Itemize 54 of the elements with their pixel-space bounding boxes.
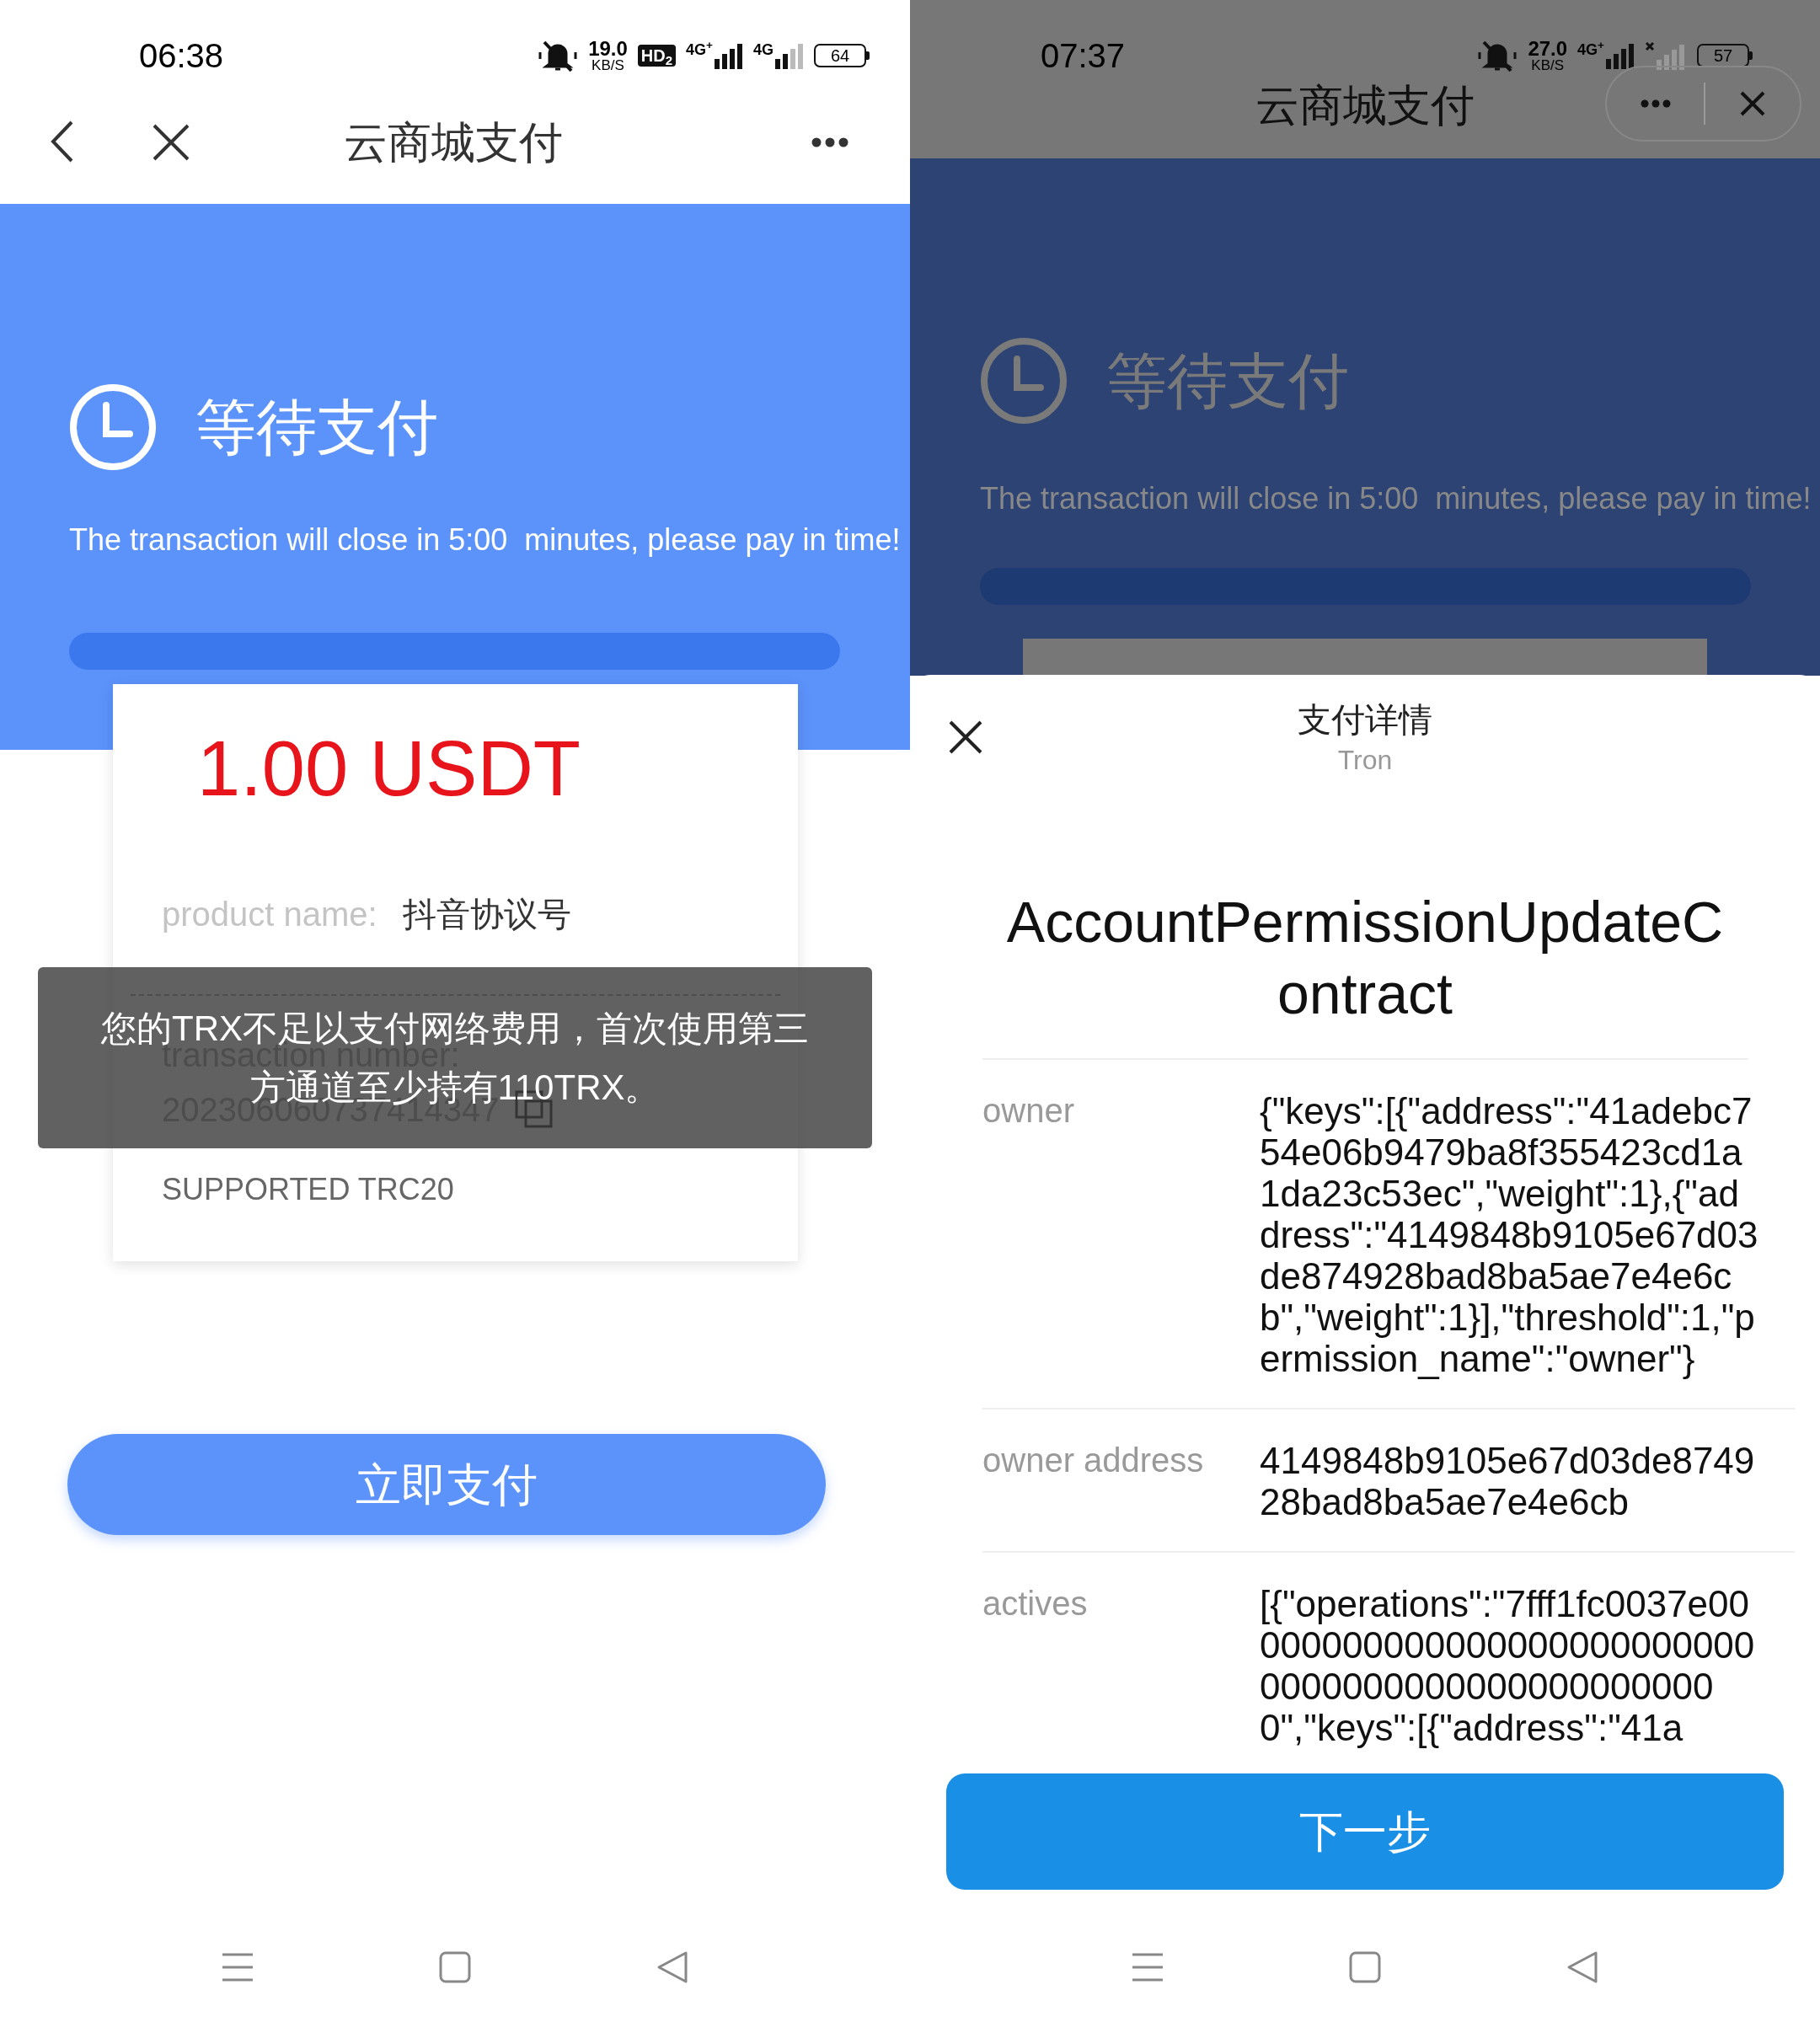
more-icon bbox=[1640, 99, 1671, 108]
clock-time: 07:37 bbox=[1041, 39, 1126, 72]
network-label: 4G bbox=[753, 42, 774, 57]
network-label: 4G$^{+}$ bbox=[1577, 42, 1604, 57]
signal-icon bbox=[715, 42, 743, 69]
hd-badge: HD$_{2}$ bbox=[637, 45, 677, 67]
page-title: 云商城支付 bbox=[1255, 84, 1475, 126]
status-title: 等待支付 bbox=[1106, 346, 1349, 416]
status-title: 等待支付 bbox=[195, 393, 438, 463]
field-value: [{"operations":"7fff1fc0037e0000000000000000000000000000000000000000000000000","keys":[{"address":"41a bbox=[1260, 1583, 1756, 1748]
payment-amount: 1.00 USDT bbox=[197, 725, 582, 813]
menu-icon[interactable] bbox=[1131, 1952, 1164, 1982]
back-icon[interactable] bbox=[656, 1950, 689, 1984]
speed-unit: KB/S bbox=[592, 57, 624, 72]
signal-icon bbox=[1606, 42, 1635, 69]
close-button[interactable] bbox=[948, 719, 983, 755]
home-icon[interactable] bbox=[438, 1950, 472, 1984]
field-label: owner address bbox=[982, 1441, 1205, 1480]
more-icon bbox=[811, 137, 848, 147]
product-label: product name: bbox=[162, 895, 377, 934]
close-icon bbox=[152, 123, 190, 162]
clock-icon bbox=[69, 383, 157, 471]
contract-type: AccountPermissionUpdateContract bbox=[1005, 889, 1725, 1027]
no-signal-icon bbox=[1645, 41, 1687, 70]
field-label: actives bbox=[982, 1584, 1089, 1623]
page-title: 云商城支付 bbox=[343, 117, 564, 168]
network-speed: 19.0 bbox=[588, 39, 628, 58]
sheet-title: 支付详情 bbox=[1298, 700, 1432, 739]
muted-bell-icon bbox=[538, 39, 579, 72]
speed-unit: KB/S bbox=[1531, 57, 1565, 72]
menu-icon[interactable] bbox=[221, 1952, 254, 1982]
signal-icon bbox=[775, 42, 804, 69]
sheet-subtitle: Tron bbox=[1337, 744, 1393, 777]
network-note: SUPPORTED TRC20 bbox=[162, 1171, 455, 1208]
battery-icon: 64 bbox=[814, 44, 866, 67]
next-step-button[interactable]: 下一步 bbox=[946, 1773, 1784, 1890]
close-icon bbox=[1739, 90, 1766, 117]
network-label: 4G$^{+}$ bbox=[686, 42, 713, 57]
field-label: owner bbox=[982, 1091, 1075, 1131]
clock-icon bbox=[980, 337, 1068, 425]
muted-bell-icon bbox=[1477, 39, 1518, 72]
field-value: {"keys":[{"address":"41adebc754e06b9479ba8f355423cd1a1da23c53ec","weight":1},{"address":"4149848b9105e67d03de874928bad8ba5ae7e4e6cb","weight":1}],"threshold":1,"permission_name":"owner"} bbox=[1260, 1090, 1758, 1379]
pay-now-button[interactable]: 立即支付 bbox=[67, 1434, 826, 1535]
network-speed: 27.0 bbox=[1528, 39, 1568, 58]
home-icon[interactable] bbox=[1348, 1950, 1382, 1984]
close-button[interactable] bbox=[152, 123, 190, 162]
timeout-message: The transaction will close in 5:00 minutes, please pay in time! bbox=[980, 480, 1812, 517]
product-value: 抖音协议号 bbox=[402, 895, 571, 934]
back-icon[interactable] bbox=[1566, 1950, 1599, 1984]
battery-icon: 57 bbox=[1697, 44, 1749, 67]
timeout-message: The transaction will close in 5:00 minutes, please pay in time! bbox=[69, 522, 902, 559]
clock-time: 06:38 bbox=[139, 39, 224, 72]
close-icon bbox=[948, 719, 983, 755]
field-value: 4149848b9105e67d03de874928bad8ba5ae7e4e6cb bbox=[1260, 1440, 1756, 1522]
